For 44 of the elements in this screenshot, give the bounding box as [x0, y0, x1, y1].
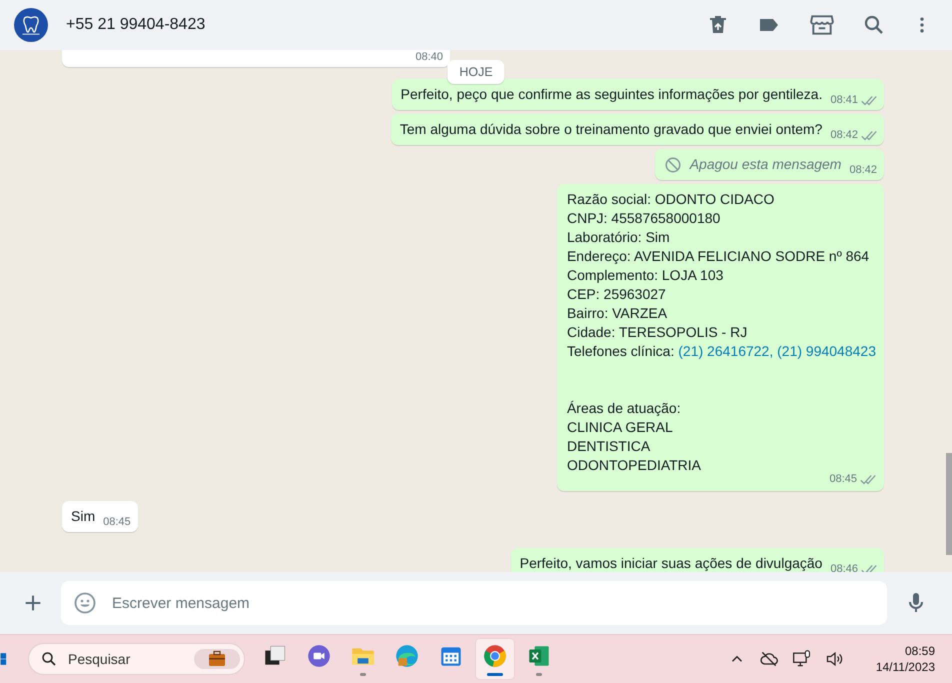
message-text: Tem alguma dúvida sobre o treinamento gravado que enviei ontem? [400, 120, 822, 139]
message-time: 08:41 [830, 93, 858, 107]
message-text: Sim [71, 507, 96, 526]
message-line: Cidade: TERESOPOLIS - RJ [566, 323, 748, 342]
message-time: 08:40 [415, 50, 443, 64]
clock[interactable]: 08:59 14/11/2023 [876, 643, 935, 675]
message-time: 08:46 [830, 562, 858, 572]
message-text: Perfeito, peço que confirme as seguintes informações por gentileza. [400, 85, 822, 104]
emoji-icon[interactable] [73, 591, 97, 615]
message-time: 08:42 [849, 163, 877, 177]
globe-app-icon [394, 642, 420, 668]
message-line: Áreas de atuação: [566, 399, 682, 418]
phone-link[interactable]: (21) 26416722, [678, 343, 778, 359]
message-text: Perfeito, vamos iniciar suas ações de divulgação [520, 554, 822, 572]
deleted-icon [664, 156, 682, 174]
message-time: 08:42 [830, 128, 858, 142]
message-line: ODONTOPEDIATRIA [566, 456, 702, 475]
message-time: 08:45 [103, 515, 131, 529]
date-chip: HOJE [447, 60, 505, 84]
message-line: CEP: 25963027 [566, 285, 667, 304]
message-line: DENTISTICA [566, 437, 652, 456]
phone-link[interactable]: (21) 994048423 [777, 343, 876, 359]
message-line: CLINICA GERAL [566, 418, 674, 437]
message-line: Telefones clínica: [566, 343, 676, 359]
contact-name: +55 21 99404-8423 [66, 16, 206, 34]
message-line: CNPJ: 45587658000180 [566, 209, 722, 228]
browser-app-icon [482, 642, 508, 668]
taskbar-search-field[interactable]: Pesquisar [28, 643, 245, 675]
message-input-field[interactable]: Escrever mensagem [61, 581, 887, 625]
network-icon[interactable] [792, 649, 812, 669]
message-line: Complemento: LOJA 103 [566, 266, 724, 285]
scrollbar-thumb[interactable] [946, 453, 952, 555]
message-line: Laboratório: Sim [566, 228, 671, 247]
deleted-message-text: Apagou esta mensagem [690, 155, 842, 174]
cloud-off-icon[interactable] [758, 649, 779, 669]
chat-app-icon [306, 642, 332, 668]
message-line: Endereço: AVENIDA FELICIANO SODRE nº 864 [566, 247, 870, 266]
message-line: Razão social: ODONTO CIDACO [566, 190, 776, 209]
speaker-icon[interactable] [824, 649, 845, 669]
search-icon [40, 650, 58, 668]
message-line: Bairro: VARZEA [566, 304, 668, 323]
avatar-logo-icon [14, 8, 48, 42]
message-time: 08:45 [829, 472, 857, 486]
briefcase-icon [194, 647, 240, 671]
